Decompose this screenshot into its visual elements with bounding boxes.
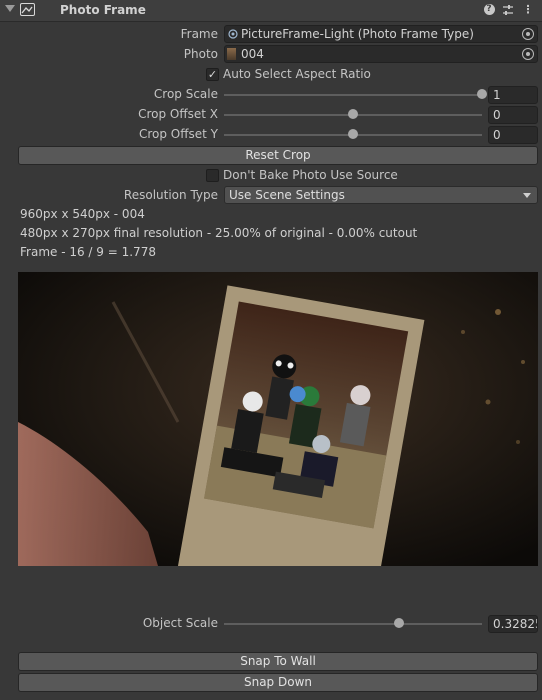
object-scale-input[interactable]: 0.32825 <box>488 615 538 633</box>
resolution-type-dropdown[interactable]: Use Scene Settings <box>224 186 538 204</box>
resolution-type-label: Resolution Type <box>123 188 218 202</box>
photo-preview <box>18 272 538 566</box>
component-title: Photo Frame <box>60 3 146 17</box>
object-scale-slider[interactable] <box>224 623 482 625</box>
photo-label: Photo <box>183 47 218 61</box>
crop-offset-x-label: Crop Offset X <box>138 107 218 121</box>
photo-field[interactable]: 004 <box>224 45 538 63</box>
frame-label: Frame <box>180 27 218 41</box>
prefab-icon <box>228 29 238 39</box>
info-line-resolution: 480px x 270px final resolution - 25.00% … <box>20 226 418 240</box>
crop-offset-y-thumb[interactable] <box>348 129 358 139</box>
info-line-source: 960px x 540px - 004 <box>20 207 145 221</box>
triangle-down-icon[interactable] <box>5 5 15 12</box>
crop-scale-input[interactable]: 1 <box>488 86 538 104</box>
kebab-menu-icon[interactable]: ⋮ <box>520 2 536 18</box>
object-picker-icon[interactable] <box>522 28 534 40</box>
auto-aspect-checkbox[interactable]: ✓ <box>206 68 219 81</box>
reset-crop-button[interactable]: Reset Crop <box>18 146 538 165</box>
chevron-down-icon <box>523 193 531 198</box>
snap-to-wall-button[interactable]: Snap To Wall <box>18 652 538 671</box>
crop-offset-x-input[interactable]: 0 <box>488 106 538 124</box>
texture-icon <box>227 48 236 60</box>
frame-value: PictureFrame-Light (Photo Frame Type) <box>241 27 474 41</box>
dont-bake-checkbox[interactable] <box>206 169 219 182</box>
sliders-icon[interactable] <box>500 2 516 18</box>
crop-scale-thumb[interactable] <box>477 89 487 99</box>
help-icon[interactable]: ? <box>481 2 497 18</box>
crop-offset-x-thumb[interactable] <box>348 109 358 119</box>
crop-scale-slider[interactable] <box>224 94 482 96</box>
crop-offset-y-input[interactable]: 0 <box>488 126 538 144</box>
object-scale-thumb[interactable] <box>394 618 405 628</box>
object-scale-label: Object Scale <box>142 616 218 630</box>
photo-value: 004 <box>241 47 264 61</box>
dont-bake-label: Don't Bake Photo Use Source <box>223 168 398 182</box>
frame-field[interactable]: PictureFrame-Light (Photo Frame Type) <box>224 25 538 43</box>
crop-scale-label: Crop Scale <box>153 87 218 101</box>
auto-aspect-label: Auto Select Aspect Ratio <box>223 67 371 81</box>
snap-down-button[interactable]: Snap Down <box>18 673 538 692</box>
image-icon <box>20 3 35 16</box>
component-header[interactable]: Photo Frame ? ⋮ <box>0 0 542 22</box>
crop-offset-y-label: Crop Offset Y <box>138 127 218 141</box>
info-line-aspect: Frame - 16 / 9 = 1.778 <box>20 245 156 259</box>
object-picker-icon[interactable] <box>522 48 534 60</box>
resolution-type-value: Use Scene Settings <box>229 188 345 202</box>
